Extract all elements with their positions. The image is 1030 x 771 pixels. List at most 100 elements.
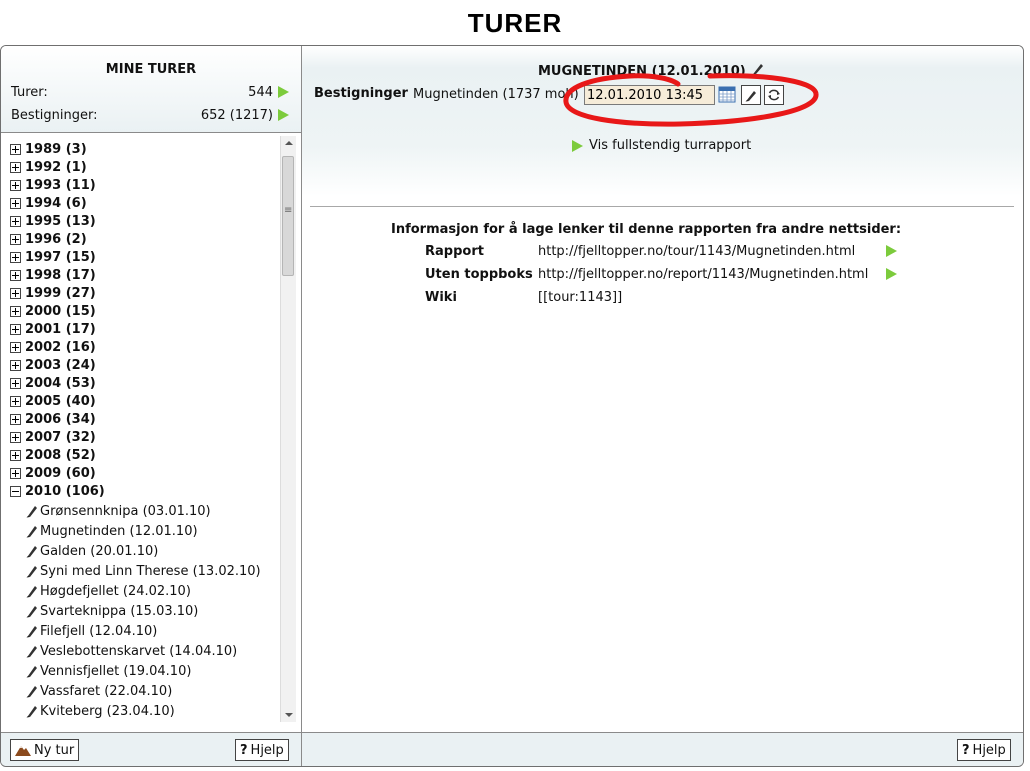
plus-icon[interactable] [10, 467, 21, 479]
tree-tour-item[interactable]: Kviteberg (23.04.10) [25, 701, 175, 721]
tree-year-item[interactable]: 2006 (34) [10, 410, 96, 428]
tree-tour-item[interactable]: Syni med Linn Therese (13.02.10) [25, 561, 261, 581]
plus-icon[interactable] [10, 287, 21, 299]
tree-year-item[interactable]: 1996 (2) [10, 230, 87, 248]
plus-icon[interactable] [10, 233, 21, 245]
plus-icon[interactable] [10, 269, 21, 281]
sidebar-help-button[interactable]: ? Hjelp [235, 739, 289, 761]
pencil-icon [26, 506, 37, 518]
tree-year-item[interactable]: 1995 (13) [10, 212, 96, 230]
arrow-right-icon[interactable] [886, 268, 897, 280]
main-help-label: Hjelp [972, 742, 1006, 758]
tree-year-item[interactable]: 2004 (53) [10, 374, 96, 392]
plus-icon[interactable] [10, 413, 21, 425]
main-help-button[interactable]: ? Hjelp [957, 739, 1011, 761]
mountain-icon [15, 746, 31, 756]
tree-tour-item[interactable]: Vennisfjellet (19.04.10) [25, 661, 191, 681]
bestigninger-label: Bestigninger: [11, 108, 98, 123]
pencil-icon [26, 606, 37, 618]
tree-year-item[interactable]: 2001 (17) [10, 320, 96, 338]
plus-icon[interactable] [10, 395, 21, 407]
tree-year-item[interactable]: 1998 (17) [10, 266, 96, 284]
tree-year-item[interactable]: 1992 (1) [10, 158, 87, 176]
tree-tour-label: Svarteknippa (15.03.10) [40, 603, 199, 619]
tree-year-item[interactable]: 1989 (3) [10, 140, 87, 158]
tree-year-label: 2004 (53) [25, 375, 96, 391]
tree-tour-item[interactable]: Høgdefjellet (24.02.10) [25, 581, 191, 601]
tree-year-label: 1995 (13) [25, 213, 96, 229]
tree-year-label: 1996 (2) [25, 231, 87, 247]
main-content: MUGNETINDEN (12.01.2010) Bestigninger Mu… [302, 46, 1023, 732]
sidebar-help-label: Hjelp [250, 742, 284, 758]
link-info-value[interactable]: [[tour:1143]] [538, 290, 622, 305]
full-report-link[interactable]: Vis fullstendig turrapport [572, 138, 751, 153]
plus-icon[interactable] [10, 197, 21, 209]
scroll-down-icon[interactable] [281, 708, 296, 722]
tree-year-label: 1998 (17) [25, 267, 96, 283]
new-tour-button[interactable]: Ny tur [10, 739, 80, 761]
link-info-value[interactable]: http://fjelltopper.no/report/1143/Mugnet… [538, 267, 868, 282]
tree-year-item[interactable]: 2005 (40) [10, 392, 96, 410]
tree-year-item[interactable]: 2010 (106) [10, 482, 105, 500]
plus-icon[interactable] [10, 377, 21, 389]
link-info-value[interactable]: http://fjelltopper.no/tour/1143/Mugnetin… [538, 244, 855, 259]
pencil-icon [26, 686, 37, 698]
tree-year-item[interactable]: 1999 (27) [10, 284, 96, 302]
tree-tour-label: Grønsennknipa (03.01.10) [40, 503, 211, 519]
section-divider [310, 206, 1014, 207]
tree-tour-label: Vennisfjellet (19.04.10) [40, 663, 192, 679]
plus-icon[interactable] [10, 341, 21, 353]
tree-year-label: 1989 (3) [25, 141, 87, 157]
plus-icon[interactable] [10, 251, 21, 263]
pencil-icon [26, 586, 37, 598]
sidebar-header: MINE TURER Turer: 544 Bestigninger: 652 … [1, 46, 301, 133]
plus-icon[interactable] [10, 449, 21, 461]
scroll-thumb[interactable] [282, 156, 294, 276]
tree-year-item[interactable]: 2009 (60) [10, 464, 96, 482]
plus-icon[interactable] [10, 359, 21, 371]
tree-tour-item[interactable]: Mugnetinden (12.01.10) [25, 521, 198, 541]
tree-year-item[interactable]: 2002 (16) [10, 338, 96, 356]
tree-tour-item[interactable]: Grønsennknipa (03.01.10) [25, 501, 211, 521]
pencil-icon [26, 666, 37, 678]
tree-year-label: 1999 (27) [25, 285, 96, 301]
plus-icon[interactable] [10, 215, 21, 227]
plus-icon[interactable] [10, 431, 21, 443]
tree-year-label: 2000 (15) [25, 303, 96, 319]
tree-year-item[interactable]: 2003 (24) [10, 356, 96, 374]
tree-year-item[interactable]: 2000 (15) [10, 302, 96, 320]
pencil-icon [26, 526, 37, 538]
pencil-icon [26, 626, 37, 638]
pencil-icon [26, 706, 37, 718]
tree-year-item[interactable]: 2008 (52) [10, 446, 96, 464]
plus-icon[interactable] [10, 305, 21, 317]
tree-year-item[interactable]: 1997 (15) [10, 248, 96, 266]
tree-year-label: 1993 (11) [25, 177, 96, 193]
tree-year-item[interactable]: 2007 (32) [10, 428, 96, 446]
tree-tour-item[interactable]: Veslebottenskarvet (14.04.10) [25, 641, 237, 661]
tree-year-item[interactable]: 1994 (6) [10, 194, 87, 212]
plus-icon[interactable] [10, 323, 21, 335]
tree-year-item[interactable]: 1993 (11) [10, 176, 96, 194]
tree-year-label: 2006 (34) [25, 411, 96, 427]
plus-icon[interactable] [10, 143, 21, 155]
app-frame: MINE TURER Turer: 544 Bestigninger: 652 … [0, 45, 1024, 767]
turer-arrow-icon[interactable] [278, 86, 289, 98]
scroll-up-icon[interactable] [281, 136, 296, 150]
tree-tour-item[interactable]: Vassfaret (22.04.10) [25, 681, 172, 701]
arrow-right-icon[interactable] [886, 245, 897, 257]
tree-scrollbar[interactable] [280, 136, 296, 722]
bestigninger-value: 652 (1217) [200, 108, 273, 123]
plus-icon[interactable] [10, 179, 21, 191]
plus-icon[interactable] [10, 161, 21, 173]
main-footer: ? Hjelp [302, 732, 1023, 766]
minus-icon[interactable] [10, 485, 21, 497]
full-report-label: Vis fullstendig turrapport [589, 138, 752, 153]
bestigninger-arrow-icon[interactable] [278, 109, 289, 121]
tree-year-label: 2002 (16) [25, 339, 96, 355]
tree-tour-item[interactable]: Filefjell (12.04.10) [25, 621, 157, 641]
tree-tour-item[interactable]: Galden (20.01.10) [25, 541, 158, 561]
bestigning-entry[interactable]: Mugnetinden (1737 moh) [413, 87, 579, 102]
tree-tour-label: Veslebottenskarvet (14.04.10) [40, 643, 238, 659]
tree-tour-item[interactable]: Svarteknippa (15.03.10) [25, 601, 198, 621]
